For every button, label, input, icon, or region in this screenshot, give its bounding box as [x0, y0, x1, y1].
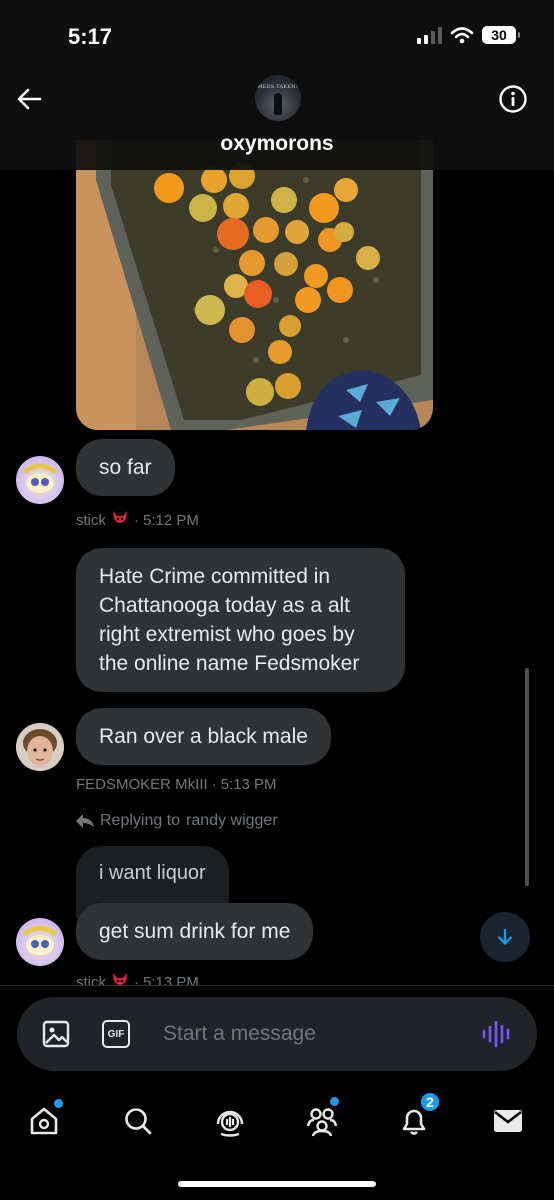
tab-notifications[interactable]: 2 — [392, 1091, 441, 1143]
message-bubble[interactable]: Ran over a black male — [76, 708, 331, 765]
avatar-fedsmoker[interactable] — [16, 723, 64, 771]
reply-prefix: Replying to — [100, 812, 181, 829]
image-attachment[interactable] — [76, 140, 433, 430]
status-bar: 5:17 30 — [0, 0, 554, 70]
sender-name: FEDSMOKER MkIII — [76, 776, 208, 793]
avatar-stick[interactable] — [16, 918, 64, 966]
battery-icon: 30 — [482, 26, 520, 44]
meta-separator: · — [134, 511, 139, 529]
search-icon — [125, 1108, 152, 1135]
avatar-cartoon — [22, 925, 58, 955]
status-time: 5:17 — [68, 24, 113, 49]
cellular-signal-icon — [417, 26, 442, 44]
info-icon[interactable] — [498, 84, 528, 114]
scrollbar[interactable] — [525, 668, 529, 886]
avatar-stick[interactable] — [16, 456, 64, 504]
tab-spaces[interactable] — [208, 1099, 252, 1143]
tab-messages[interactable] — [486, 1099, 530, 1143]
conversation-title[interactable]: oxymorons — [0, 132, 554, 156]
reply-indicator[interactable]: Replying to randy wigger — [76, 812, 278, 830]
red-devil-emoji-icon — [110, 509, 130, 531]
message-meta: stick · 5:12 PM — [76, 509, 199, 531]
tab-search[interactable] — [116, 1099, 160, 1143]
arrow-down-icon — [497, 928, 513, 945]
message-bubble[interactable]: so far — [76, 439, 175, 496]
message-time: 5:13 PM — [220, 776, 277, 793]
tab-communities[interactable] — [300, 1097, 344, 1143]
message-meta: FEDSMOKER MkIII · 5:13 PM — [76, 776, 277, 793]
home-icon — [30, 1107, 58, 1135]
meta-separator: · — [211, 776, 217, 793]
message-time: 5:12 PM — [143, 511, 199, 529]
avatar-face — [16, 723, 64, 771]
group-avatar[interactable]: MEDS TAKEN? — [255, 75, 301, 121]
reply-arrow-icon — [76, 814, 94, 828]
avatar-cartoon — [22, 463, 58, 493]
message-composer: GIF — [17, 997, 537, 1071]
home-notification-dot — [54, 1099, 63, 1108]
gif-icon[interactable]: GIF — [102, 1020, 130, 1048]
communities-icon — [306, 1108, 338, 1137]
mail-icon — [494, 1110, 522, 1132]
reply-target: randy wigger — [186, 812, 278, 829]
voice-waveform-icon[interactable] — [481, 1019, 513, 1049]
notifications-badge: 2 — [419, 1091, 441, 1113]
back-arrow-icon[interactable] — [14, 84, 44, 114]
message-bubble[interactable]: get sum drink for me — [76, 903, 314, 960]
message-bubble[interactable]: Hate Crime committed in Chattanooga toda… — [76, 548, 405, 692]
sender-name: stick — [76, 511, 106, 529]
roasted-tomatoes-photo — [76, 140, 433, 430]
avatar-figure — [274, 93, 282, 115]
image-icon[interactable] — [41, 1019, 71, 1049]
scroll-to-bottom-button[interactable] — [480, 912, 530, 962]
wifi-icon — [450, 27, 474, 44]
tab-home[interactable] — [22, 1099, 66, 1143]
spaces-icon — [216, 1110, 244, 1137]
message-input[interactable] — [163, 1016, 463, 1052]
home-indicator[interactable] — [178, 1181, 376, 1187]
communities-notification-dot — [330, 1097, 339, 1106]
group-avatar-text: MEDS TAKEN? — [257, 84, 299, 90]
